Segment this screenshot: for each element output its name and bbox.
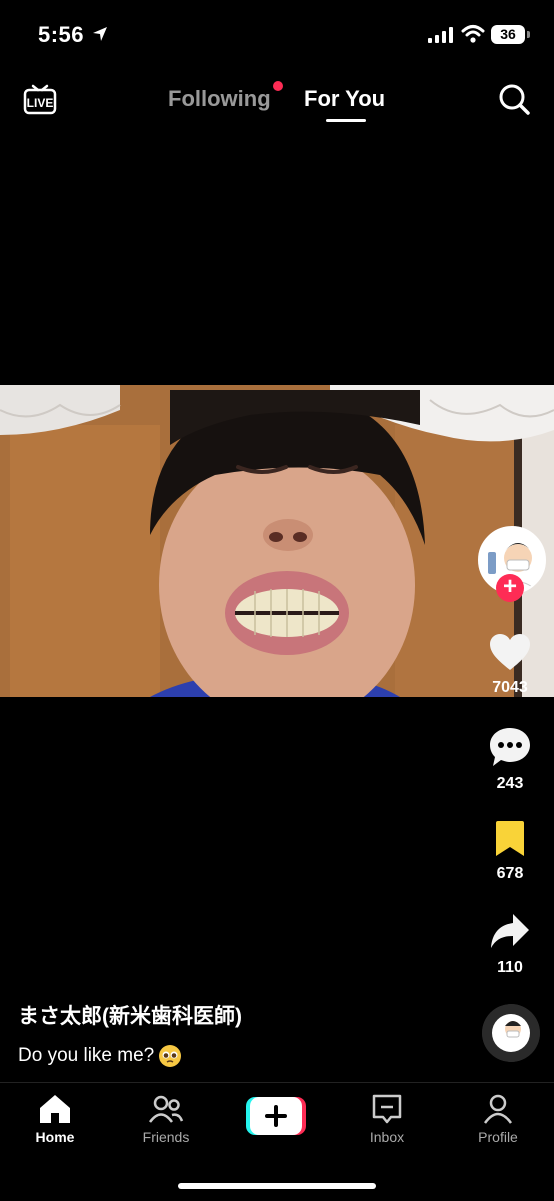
caption-area: まさ太郎(新米歯科医師) Do you like me? (18, 1000, 458, 1068)
battery-tip (527, 31, 530, 38)
create-plus-icon (246, 1097, 306, 1135)
status-bar: 5:56 36 (0, 0, 554, 70)
create-button[interactable] (246, 1097, 306, 1135)
tab-for-you[interactable]: For You (304, 86, 385, 112)
save-action[interactable]: 678 (470, 820, 550, 883)
tab-following[interactable]: Following (168, 86, 271, 112)
status-time: 5:56 (38, 22, 85, 47)
nav-home[interactable]: Home (15, 1093, 95, 1145)
nav-profile[interactable]: Profile (458, 1093, 538, 1145)
save-count: 678 (496, 865, 524, 882)
creator-name[interactable]: まさ太郎(新米歯科医師) (18, 1000, 458, 1030)
follow-button[interactable]: + (496, 574, 524, 602)
caption-text: Do you like me? (18, 1045, 155, 1066)
share-icon (491, 914, 529, 948)
nav-home-label: Home (35, 1129, 75, 1145)
heart-icon (490, 634, 530, 670)
pleading-face-emoji-icon (159, 1045, 182, 1067)
battery-icon: 36 (491, 25, 525, 44)
profile-icon (483, 1094, 513, 1124)
location-arrow-icon (93, 27, 107, 41)
home-icon (40, 1095, 70, 1123)
signal-icon (428, 27, 453, 43)
nav-profile-label: Profile (478, 1129, 518, 1145)
nav-friends-label: Friends (142, 1129, 190, 1145)
search-icon[interactable] (497, 82, 531, 116)
share-count: 110 (497, 959, 523, 976)
nav-inbox-label: Inbox (369, 1129, 405, 1145)
nav-inbox[interactable]: Inbox (347, 1093, 427, 1145)
share-action[interactable]: 110 (470, 912, 550, 977)
bookmark-icon (496, 821, 524, 856)
comment-count: 243 (496, 775, 524, 792)
like-action[interactable]: 7043 (470, 632, 550, 697)
home-indicator (178, 1183, 376, 1189)
live-icon[interactable]: LIVE (22, 81, 58, 117)
top-nav: LIVE Following For You (0, 70, 554, 130)
like-count: 7043 (492, 679, 528, 696)
live-label: LIVE (27, 96, 54, 110)
following-notification-dot (273, 81, 283, 91)
friends-icon (148, 1095, 184, 1123)
comment-icon (490, 728, 530, 766)
nav-friends[interactable]: Friends (126, 1093, 206, 1145)
wifi-icon (461, 25, 485, 43)
active-tab-indicator (326, 119, 366, 122)
music-disc[interactable] (482, 1004, 540, 1062)
video-caption: Do you like me? (18, 1044, 458, 1068)
action-rail: + 7043 243 678 110 (470, 520, 554, 1080)
inbox-icon (372, 1094, 402, 1124)
comment-action[interactable]: 243 (470, 726, 550, 793)
